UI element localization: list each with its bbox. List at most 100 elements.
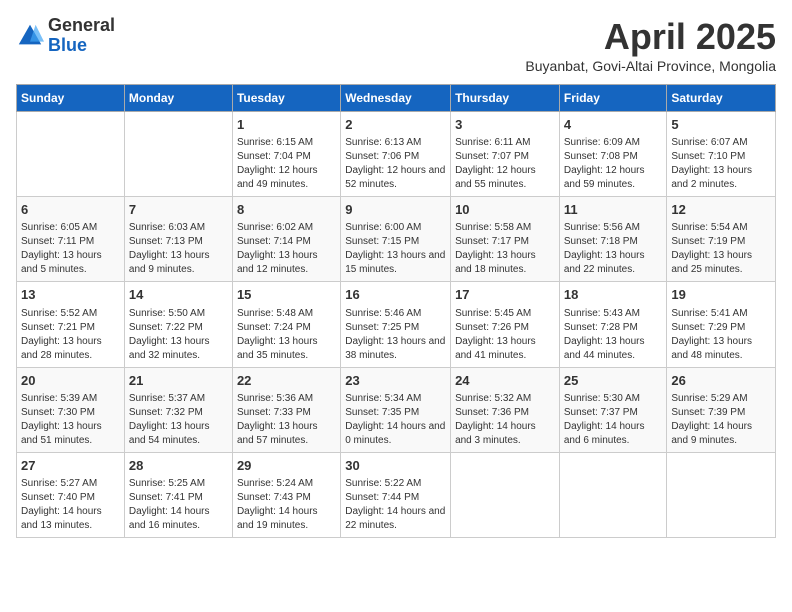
day-info: Sunrise: 6:07 AM Sunset: 7:10 PM Dayligh…: [671, 136, 771, 192]
day-number: 19: [671, 286, 771, 304]
day-number: 20: [21, 372, 120, 390]
day-info: Sunrise: 5:30 AM Sunset: 7:37 PM Dayligh…: [564, 392, 663, 448]
calendar-day-cell: 4Sunrise: 6:09 AM Sunset: 7:08 PM Daylig…: [559, 112, 667, 197]
day-info: Sunrise: 5:50 AM Sunset: 7:22 PM Dayligh…: [129, 307, 228, 363]
calendar-day-cell: 3 Sunrise: 6:11 AM Sunset: 7:07 PM Daylig…: [451, 112, 560, 197]
calendar-day-cell: 27 Sunrise: 5:27 AM Sunset: 7:40 PM Dayli…: [17, 452, 125, 537]
calendar-week-row: 27 Sunrise: 5:27 AM Sunset: 7:40 PM Dayli…: [17, 452, 776, 537]
calendar-day-cell: 1 Sunrise: 6:15 AM Sunset: 7:04 PM Daylig…: [232, 112, 340, 197]
day-number: 13: [21, 286, 120, 304]
day-number: 21: [129, 372, 228, 390]
day-number: 1: [237, 116, 336, 134]
month-title: April 2025: [525, 16, 776, 58]
calendar-table: SundayMondayTuesdayWednesdayThursdayFrid…: [16, 84, 776, 538]
calendar-day-cell: 6Sunrise: 6:05 AM Sunset: 7:11 PM Daylig…: [17, 197, 125, 282]
page-header: General Blue April 2025 Buyanbat, Govi-A…: [16, 16, 776, 74]
calendar-day-cell: 19 Sunrise: 5:41 AM Sunset: 7:29 PM Dayli…: [667, 282, 776, 367]
weekday-header: Tuesday: [232, 85, 340, 112]
day-info: Sunrise: 5:24 AM Sunset: 7:43 PM Dayligh…: [237, 477, 336, 533]
day-info: Sunrise: 5:48 AM Sunset: 7:24 PM Dayligh…: [237, 307, 336, 363]
day-number: 9: [345, 201, 446, 219]
calendar-day-cell: 28 Sunrise: 5:25 AM Sunset: 7:41 PM Dayli…: [124, 452, 232, 537]
logo-icon: [16, 22, 44, 50]
calendar-day-cell: [124, 112, 232, 197]
calendar-day-cell: [451, 452, 560, 537]
day-number: 30: [345, 457, 446, 475]
calendar-day-cell: 5 Sunrise: 6:07 AM Sunset: 7:10 PM Daylig…: [667, 112, 776, 197]
day-number: 29: [237, 457, 336, 475]
day-info: Sunrise: 5:29 AM Sunset: 7:39 PM Dayligh…: [671, 392, 771, 448]
day-number: 15: [237, 286, 336, 304]
day-number: 6: [21, 201, 120, 219]
day-number: 23: [345, 372, 446, 390]
day-info: Sunrise: 5:34 AM Sunset: 7:35 PM Dayligh…: [345, 392, 446, 448]
day-info: Sunrise: 5:25 AM Sunset: 7:41 PM Dayligh…: [129, 477, 228, 533]
day-info: Sunrise: 5:36 AM Sunset: 7:33 PM Dayligh…: [237, 392, 336, 448]
calendar-day-cell: 23 Sunrise: 5:34 AM Sunset: 7:35 PM Dayli…: [341, 367, 451, 452]
day-info: Sunrise: 6:13 AM Sunset: 7:06 PM Dayligh…: [345, 136, 446, 192]
calendar-day-cell: 29 Sunrise: 5:24 AM Sunset: 7:43 PM Dayli…: [232, 452, 340, 537]
calendar-week-row: 1 Sunrise: 6:15 AM Sunset: 7:04 PM Daylig…: [17, 112, 776, 197]
calendar-day-cell: 15 Sunrise: 5:48 AM Sunset: 7:24 PM Dayli…: [232, 282, 340, 367]
calendar-day-cell: 8 Sunrise: 6:02 AM Sunset: 7:14 PM Daylig…: [232, 197, 340, 282]
day-info: Sunrise: 5:27 AM Sunset: 7:40 PM Dayligh…: [21, 477, 120, 533]
weekday-header: Thursday: [451, 85, 560, 112]
day-info: Sunrise: 6:02 AM Sunset: 7:14 PM Dayligh…: [237, 221, 336, 277]
day-number: 24: [455, 372, 555, 390]
day-number: 10: [455, 201, 555, 219]
day-number: 26: [671, 372, 771, 390]
calendar-day-cell: 10 Sunrise: 5:58 AM Sunset: 7:17 PM Dayli…: [451, 197, 560, 282]
day-info: Sunrise: 5:43 AM Sunset: 7:28 PM Dayligh…: [564, 307, 663, 363]
calendar-day-cell: 20 Sunrise: 5:39 AM Sunset: 7:30 PM Dayli…: [17, 367, 125, 452]
calendar-day-cell: 17Sunrise: 5:45 AM Sunset: 7:26 PM Dayli…: [451, 282, 560, 367]
day-number: 3: [455, 116, 555, 134]
day-number: 8: [237, 201, 336, 219]
weekday-header: Saturday: [667, 85, 776, 112]
day-info: Sunrise: 6:11 AM Sunset: 7:07 PM Dayligh…: [455, 136, 555, 192]
day-info: Sunrise: 5:46 AM Sunset: 7:25 PM Dayligh…: [345, 307, 446, 363]
day-info: Sunrise: 5:41 AM Sunset: 7:29 PM Dayligh…: [671, 307, 771, 363]
calendar-day-cell: 26 Sunrise: 5:29 AM Sunset: 7:39 PM Dayli…: [667, 367, 776, 452]
day-info: Sunrise: 6:09 AM Sunset: 7:08 PM Dayligh…: [564, 136, 663, 192]
weekday-header: Friday: [559, 85, 667, 112]
day-info: Sunrise: 5:22 AM Sunset: 7:44 PM Dayligh…: [345, 477, 446, 533]
day-info: Sunrise: 5:54 AM Sunset: 7:19 PM Dayligh…: [671, 221, 771, 277]
calendar-day-cell: 18 Sunrise: 5:43 AM Sunset: 7:28 PM Dayli…: [559, 282, 667, 367]
day-number: 5: [671, 116, 771, 134]
title-block: April 2025 Buyanbat, Govi-Altai Province…: [525, 16, 776, 74]
calendar-day-cell: 14 Sunrise: 5:50 AM Sunset: 7:22 PM Dayli…: [124, 282, 232, 367]
weekday-header: Monday: [124, 85, 232, 112]
logo-general-text: General: [48, 16, 115, 36]
day-info: Sunrise: 5:56 AM Sunset: 7:18 PM Dayligh…: [564, 221, 663, 277]
location-text: Buyanbat, Govi-Altai Province, Mongolia: [525, 58, 776, 74]
calendar-day-cell: 22 Sunrise: 5:36 AM Sunset: 7:33 PM Dayli…: [232, 367, 340, 452]
day-number: 2: [345, 116, 446, 134]
day-number: 14: [129, 286, 228, 304]
day-info: Sunrise: 5:52 AM Sunset: 7:21 PM Dayligh…: [21, 307, 120, 363]
day-number: 22: [237, 372, 336, 390]
day-number: 27: [21, 457, 120, 475]
day-info: Sunrise: 6:00 AM Sunset: 7:15 PM Dayligh…: [345, 221, 446, 277]
weekday-header: Sunday: [17, 85, 125, 112]
calendar-day-cell: [559, 452, 667, 537]
day-info: Sunrise: 5:32 AM Sunset: 7:36 PM Dayligh…: [455, 392, 555, 448]
calendar-day-cell: 25 Sunrise: 5:30 AM Sunset: 7:37 PM Dayli…: [559, 367, 667, 452]
calendar-day-cell: 2 Sunrise: 6:13 AM Sunset: 7:06 PM Daylig…: [341, 112, 451, 197]
calendar-week-row: 13 Sunrise: 5:52 AM Sunset: 7:21 PM Dayli…: [17, 282, 776, 367]
day-number: 12: [671, 201, 771, 219]
day-number: 16: [345, 286, 446, 304]
calendar-day-cell: 11Sunrise: 5:56 AM Sunset: 7:18 PM Dayli…: [559, 197, 667, 282]
day-number: 17: [455, 286, 555, 304]
day-number: 25: [564, 372, 663, 390]
calendar-day-cell: 30 Sunrise: 5:22 AM Sunset: 7:44 PM Dayli…: [341, 452, 451, 537]
day-number: 18: [564, 286, 663, 304]
day-number: 28: [129, 457, 228, 475]
day-info: Sunrise: 5:39 AM Sunset: 7:30 PM Dayligh…: [21, 392, 120, 448]
day-info: Sunrise: 6:15 AM Sunset: 7:04 PM Dayligh…: [237, 136, 336, 192]
day-number: 7: [129, 201, 228, 219]
calendar-day-cell: 13 Sunrise: 5:52 AM Sunset: 7:21 PM Dayli…: [17, 282, 125, 367]
calendar-day-cell: 21Sunrise: 5:37 AM Sunset: 7:32 PM Dayli…: [124, 367, 232, 452]
day-info: Sunrise: 5:58 AM Sunset: 7:17 PM Dayligh…: [455, 221, 555, 277]
calendar-day-cell: 16 Sunrise: 5:46 AM Sunset: 7:25 PM Dayli…: [341, 282, 451, 367]
calendar-day-cell: 12 Sunrise: 5:54 AM Sunset: 7:19 PM Dayli…: [667, 197, 776, 282]
